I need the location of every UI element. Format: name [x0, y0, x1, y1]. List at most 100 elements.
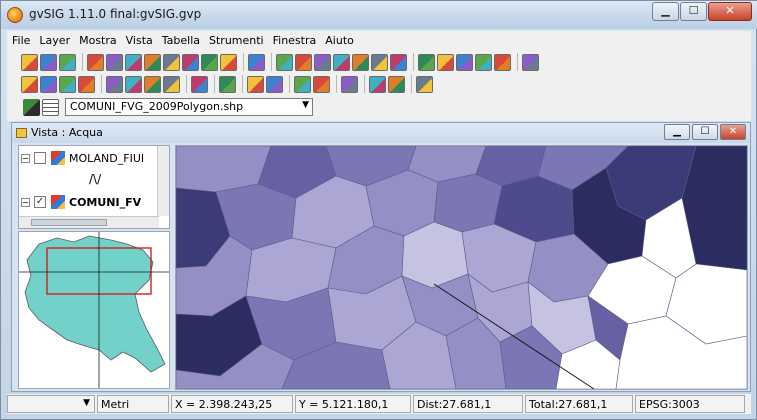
- select-circle-icon[interactable]: [144, 75, 161, 93]
- grey-shape-icon[interactable]: [266, 75, 283, 93]
- view-window-controls: ▁ ☐ ✕: [664, 124, 746, 140]
- toolbar-separator: [242, 75, 243, 93]
- layer-table-icon[interactable]: [42, 98, 59, 116]
- zoom-full-icon[interactable]: [314, 53, 331, 71]
- measure-area-icon[interactable]: [475, 53, 492, 71]
- title-bar[interactable]: gvSIG 1.11.0 final:gvSIG.gvp ▁ ☐ ✕: [1, 1, 757, 29]
- layer-select-toolbar: COMUNI_FVG_2009Polygon.shp ▼: [23, 98, 313, 116]
- toolbar-separator: [517, 53, 518, 71]
- menu-aiuto[interactable]: Aiuto: [320, 34, 358, 47]
- tree-collapse-icon[interactable]: −: [21, 197, 30, 207]
- find-icon[interactable]: [294, 75, 311, 93]
- info-xy-icon[interactable]: [418, 53, 435, 71]
- speech-icon[interactable]: [522, 53, 539, 71]
- map-canvas[interactable]: [175, 145, 748, 390]
- hammer-icon[interactable]: [247, 75, 264, 93]
- select-by-line-icon[interactable]: [125, 75, 142, 93]
- view-title-bar[interactable]: Vista : Acqua ▁ ☐ ✕: [12, 123, 750, 143]
- measure-distance-icon[interactable]: [456, 53, 473, 71]
- scroll-thumb[interactable]: [31, 219, 107, 226]
- toc-horizontal-scrollbar[interactable]: [19, 216, 159, 228]
- filter-icon[interactable]: [191, 75, 208, 93]
- minimize-button[interactable]: ▁: [652, 2, 679, 21]
- open-project-icon[interactable]: [40, 53, 57, 71]
- select-point-icon[interactable]: [21, 75, 38, 93]
- layer-visibility-checkbox[interactable]: ✓: [34, 196, 46, 208]
- export-icon[interactable]: [182, 53, 199, 71]
- layer-stack-icon[interactable]: [87, 53, 104, 71]
- active-layer-select[interactable]: COMUNI_FVG_2009Polygon.shp ▼: [65, 98, 313, 116]
- menu-finestra[interactable]: Finestra: [268, 34, 321, 47]
- zoom-prev-icon[interactable]: [371, 53, 388, 71]
- municipality-polygon[interactable]: [433, 173, 503, 233]
- view-close-button[interactable]: ✕: [720, 124, 746, 140]
- menu-mostra[interactable]: Mostra: [74, 34, 121, 47]
- zoom-out-tool-icon[interactable]: [295, 53, 312, 71]
- tree-collapse-icon[interactable]: −: [21, 153, 30, 163]
- menu-file[interactable]: File: [7, 34, 34, 47]
- geo-process-icon[interactable]: [494, 53, 511, 71]
- toc-layer-moland[interactable]: − MOLAND_FIUI: [21, 148, 144, 168]
- zoom-select-icon[interactable]: [352, 53, 369, 71]
- target-icon[interactable]: [220, 53, 237, 71]
- vector-layer-icon: [51, 151, 65, 165]
- menu-tabella[interactable]: Tabella: [157, 34, 204, 47]
- zoom-in-tool-icon[interactable]: [276, 53, 293, 71]
- select-invert-icon[interactable]: [78, 75, 95, 93]
- edit-layer-icon[interactable]: [106, 53, 123, 71]
- cloud-add-icon[interactable]: [248, 53, 265, 71]
- menu-vista[interactable]: Vista: [121, 34, 157, 47]
- export-map-icon[interactable]: [416, 75, 433, 93]
- toolbar-separator: [411, 75, 412, 93]
- toc-vertical-scrollbar[interactable]: [157, 146, 169, 216]
- new-project-icon[interactable]: [21, 53, 38, 71]
- select-rect-icon[interactable]: [40, 75, 57, 93]
- menu-layer[interactable]: Layer: [34, 34, 74, 47]
- toolbar-separator: [101, 75, 102, 93]
- maximize-button[interactable]: ☐: [680, 2, 707, 21]
- distance-readout: Dist:27.681,1: [413, 395, 523, 413]
- select-buffer-icon[interactable]: [163, 75, 180, 93]
- view-icon: [16, 128, 27, 138]
- layer-name: MOLAND_FIUI: [69, 151, 145, 165]
- units-field: Metri: [97, 395, 169, 413]
- locator-icon[interactable]: [388, 75, 405, 93]
- info-icon[interactable]: [437, 53, 454, 71]
- toolbar-separator: [336, 75, 337, 93]
- zoom-feature-icon[interactable]: [313, 75, 330, 93]
- scale-select[interactable]: ▼: [7, 395, 95, 413]
- zoom-layer-icon[interactable]: [333, 53, 350, 71]
- view-restore-button[interactable]: ☐: [692, 124, 718, 140]
- save-project-icon[interactable]: [59, 53, 76, 71]
- chevron-down-icon: ▼: [302, 100, 309, 110]
- grey-box-icon[interactable]: [106, 75, 123, 93]
- active-layer-value: COMUNI_FVG_2009Polygon.shp: [70, 100, 244, 113]
- toc-layer-comuni[interactable]: − ✓ COMUNI_FV: [21, 192, 141, 212]
- pencil-icon[interactable]: [341, 75, 358, 93]
- close-button[interactable]: ✕: [708, 2, 752, 21]
- select-poly-icon[interactable]: [59, 75, 76, 93]
- chevron-down-icon: ▼: [83, 398, 90, 408]
- toolbar-separator: [82, 53, 83, 71]
- locator-map[interactable]: [18, 231, 170, 389]
- menu-bar: File Layer Mostra Vista Tabella Strument…: [7, 31, 751, 49]
- frame-icon[interactable]: [369, 75, 386, 93]
- layer-edit-icon[interactable]: [23, 98, 40, 116]
- color-picker-icon[interactable]: [201, 53, 218, 71]
- pan-icon[interactable]: [390, 53, 407, 71]
- symbology-icon[interactable]: [125, 53, 142, 71]
- gvsig-logo-icon: [7, 7, 23, 23]
- toolbar-row-1: [21, 51, 541, 73]
- total-distance-readout: Total:27.681,1: [525, 395, 633, 413]
- raster-tools-icon[interactable]: [163, 53, 180, 71]
- menu-strumenti[interactable]: Strumenti: [204, 34, 268, 47]
- toolbar-row-2: [21, 73, 435, 95]
- epsg-code: EPSG:3003: [635, 395, 745, 413]
- vector-layer-icon: [51, 195, 65, 209]
- vector-tools-icon[interactable]: [144, 53, 161, 71]
- view-minimize-button[interactable]: ▁: [664, 124, 690, 140]
- table-select-icon[interactable]: [219, 75, 236, 93]
- table-of-contents: − MOLAND_FIUI /\/ − ✓ COMUNI_FV: [18, 145, 170, 229]
- window-controls: ▁ ☐ ✕: [652, 2, 752, 21]
- layer-visibility-checkbox[interactable]: [34, 152, 46, 164]
